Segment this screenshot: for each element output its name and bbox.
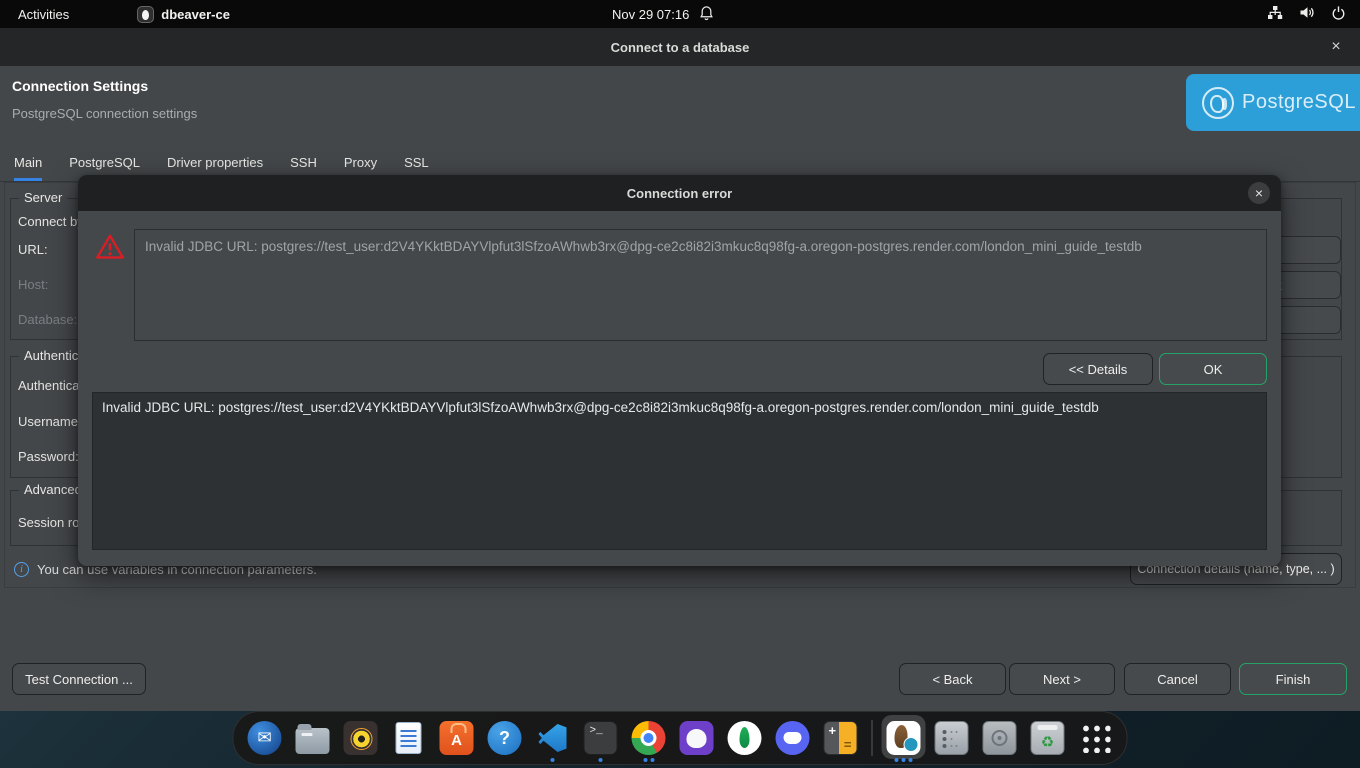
advanced-group-legend: Advanced bbox=[19, 482, 87, 497]
running-indicator-dots bbox=[582, 758, 620, 762]
error-details-area[interactable]: Invalid JDBC URL: postgres://test_user:d… bbox=[92, 392, 1267, 550]
database-label: Database: bbox=[18, 312, 77, 327]
libreoffice-writer-icon[interactable] bbox=[390, 713, 428, 763]
running-indicator-dots bbox=[630, 758, 668, 762]
password-label: Password: bbox=[18, 449, 79, 464]
clock-menu[interactable]: Nov 29 07:16 bbox=[612, 5, 714, 24]
postgresql-logo-text: PostgreSQL bbox=[1242, 91, 1356, 114]
window-titlebar[interactable]: Connect to a database × bbox=[0, 28, 1360, 66]
focused-app-indicator[interactable]: dbeaver-ce bbox=[137, 6, 230, 23]
terminal-icon[interactable] bbox=[582, 713, 620, 763]
error-dialog-title: Connection error bbox=[627, 186, 732, 201]
window-close-button[interactable]: × bbox=[1326, 37, 1346, 57]
cancel-button[interactable]: Cancel bbox=[1124, 663, 1231, 695]
next-button[interactable]: Next > bbox=[1009, 663, 1115, 695]
disks-icon bbox=[983, 721, 1017, 755]
disks-icon[interactable] bbox=[981, 713, 1019, 763]
error-message-box: Invalid JDBC URL: postgres://test_user:d… bbox=[134, 229, 1267, 341]
connection-error-dialog: Connection error × Invalid JDBC URL: pos… bbox=[78, 175, 1281, 566]
clock-label: Nov 29 07:16 bbox=[612, 7, 689, 22]
trash-icon[interactable] bbox=[1029, 713, 1067, 763]
calculator-icon[interactable] bbox=[822, 713, 860, 763]
dock-separator bbox=[872, 720, 873, 756]
dbeaver-icon[interactable] bbox=[885, 713, 923, 763]
connection-settings-header: Connection Settings PostgreSQL connectio… bbox=[0, 66, 1360, 143]
dbeaver-icon bbox=[887, 721, 921, 755]
discord-icon bbox=[776, 721, 810, 755]
url-label: URL: bbox=[18, 242, 48, 257]
chrome-icon bbox=[632, 721, 666, 755]
connect-by-label: Connect by: bbox=[18, 214, 87, 229]
files-icon[interactable] bbox=[294, 713, 332, 763]
page-title: Connection Settings bbox=[12, 78, 148, 94]
rhythmbox-icon bbox=[344, 721, 378, 755]
focused-app-name: dbeaver-ce bbox=[161, 7, 230, 22]
mongodb-compass-icon bbox=[728, 721, 762, 755]
running-indicator-dots bbox=[885, 758, 923, 762]
vscode-icon[interactable] bbox=[534, 713, 572, 763]
discord-icon[interactable] bbox=[774, 713, 812, 763]
running-indicator-dots bbox=[534, 758, 572, 762]
test-connection-button[interactable]: Test Connection ... bbox=[12, 663, 146, 695]
host-label: Host: bbox=[18, 277, 48, 292]
files-icon bbox=[296, 728, 330, 754]
system-status-area[interactable] bbox=[1267, 5, 1346, 23]
server-group-legend: Server bbox=[19, 190, 67, 205]
notification-bell-icon bbox=[699, 5, 714, 24]
mongodb-compass-icon[interactable] bbox=[726, 713, 764, 763]
rhythmbox-icon[interactable] bbox=[342, 713, 380, 763]
ubuntu-software-icon bbox=[440, 721, 474, 755]
app-grid-icon bbox=[1079, 721, 1113, 755]
calculator-icon bbox=[824, 721, 858, 755]
thunderbird-icon[interactable] bbox=[246, 713, 284, 763]
app-list-icon bbox=[935, 721, 969, 755]
help-icon bbox=[488, 721, 522, 755]
page-subtitle: PostgreSQL connection settings bbox=[12, 106, 197, 121]
dock bbox=[233, 711, 1128, 765]
app-list-icon[interactable] bbox=[933, 713, 971, 763]
thunderbird-icon bbox=[248, 721, 282, 755]
error-dialog-close-button[interactable]: × bbox=[1248, 182, 1270, 204]
github-desktop-icon bbox=[680, 721, 714, 755]
ubuntu-software-icon[interactable] bbox=[438, 713, 476, 763]
details-toggle-button[interactable]: << Details bbox=[1043, 353, 1153, 385]
dbeaver-app-icon bbox=[137, 6, 154, 23]
postgresql-elephant-icon bbox=[1202, 87, 1234, 119]
power-icon bbox=[1331, 5, 1346, 23]
network-icon bbox=[1267, 5, 1283, 23]
info-icon: i bbox=[14, 562, 29, 577]
finish-button[interactable]: Finish bbox=[1239, 663, 1347, 695]
back-button[interactable]: < Back bbox=[899, 663, 1006, 695]
chrome-icon[interactable] bbox=[630, 713, 668, 763]
libreoffice-writer-icon bbox=[396, 722, 422, 754]
username-label: Username: bbox=[18, 414, 82, 429]
activities-button[interactable]: Activities bbox=[18, 7, 69, 22]
error-warning-icon bbox=[95, 232, 125, 262]
vscode-icon bbox=[536, 721, 570, 755]
ok-button[interactable]: OK bbox=[1159, 353, 1267, 385]
system-top-bar: Activities dbeaver-ce Nov 29 07:16 bbox=[0, 0, 1360, 28]
github-desktop-icon[interactable] bbox=[678, 713, 716, 763]
app-grid-icon[interactable] bbox=[1077, 713, 1115, 763]
window-title: Connect to a database bbox=[611, 40, 750, 55]
volume-icon bbox=[1299, 5, 1315, 23]
trash-icon bbox=[1031, 721, 1065, 755]
terminal-icon bbox=[584, 721, 618, 755]
postgresql-logo-badge: PostgreSQL bbox=[1186, 74, 1360, 131]
help-icon[interactable] bbox=[486, 713, 524, 763]
error-dialog-titlebar[interactable]: Connection error × bbox=[78, 175, 1281, 211]
tab-main[interactable]: Main bbox=[14, 143, 42, 181]
